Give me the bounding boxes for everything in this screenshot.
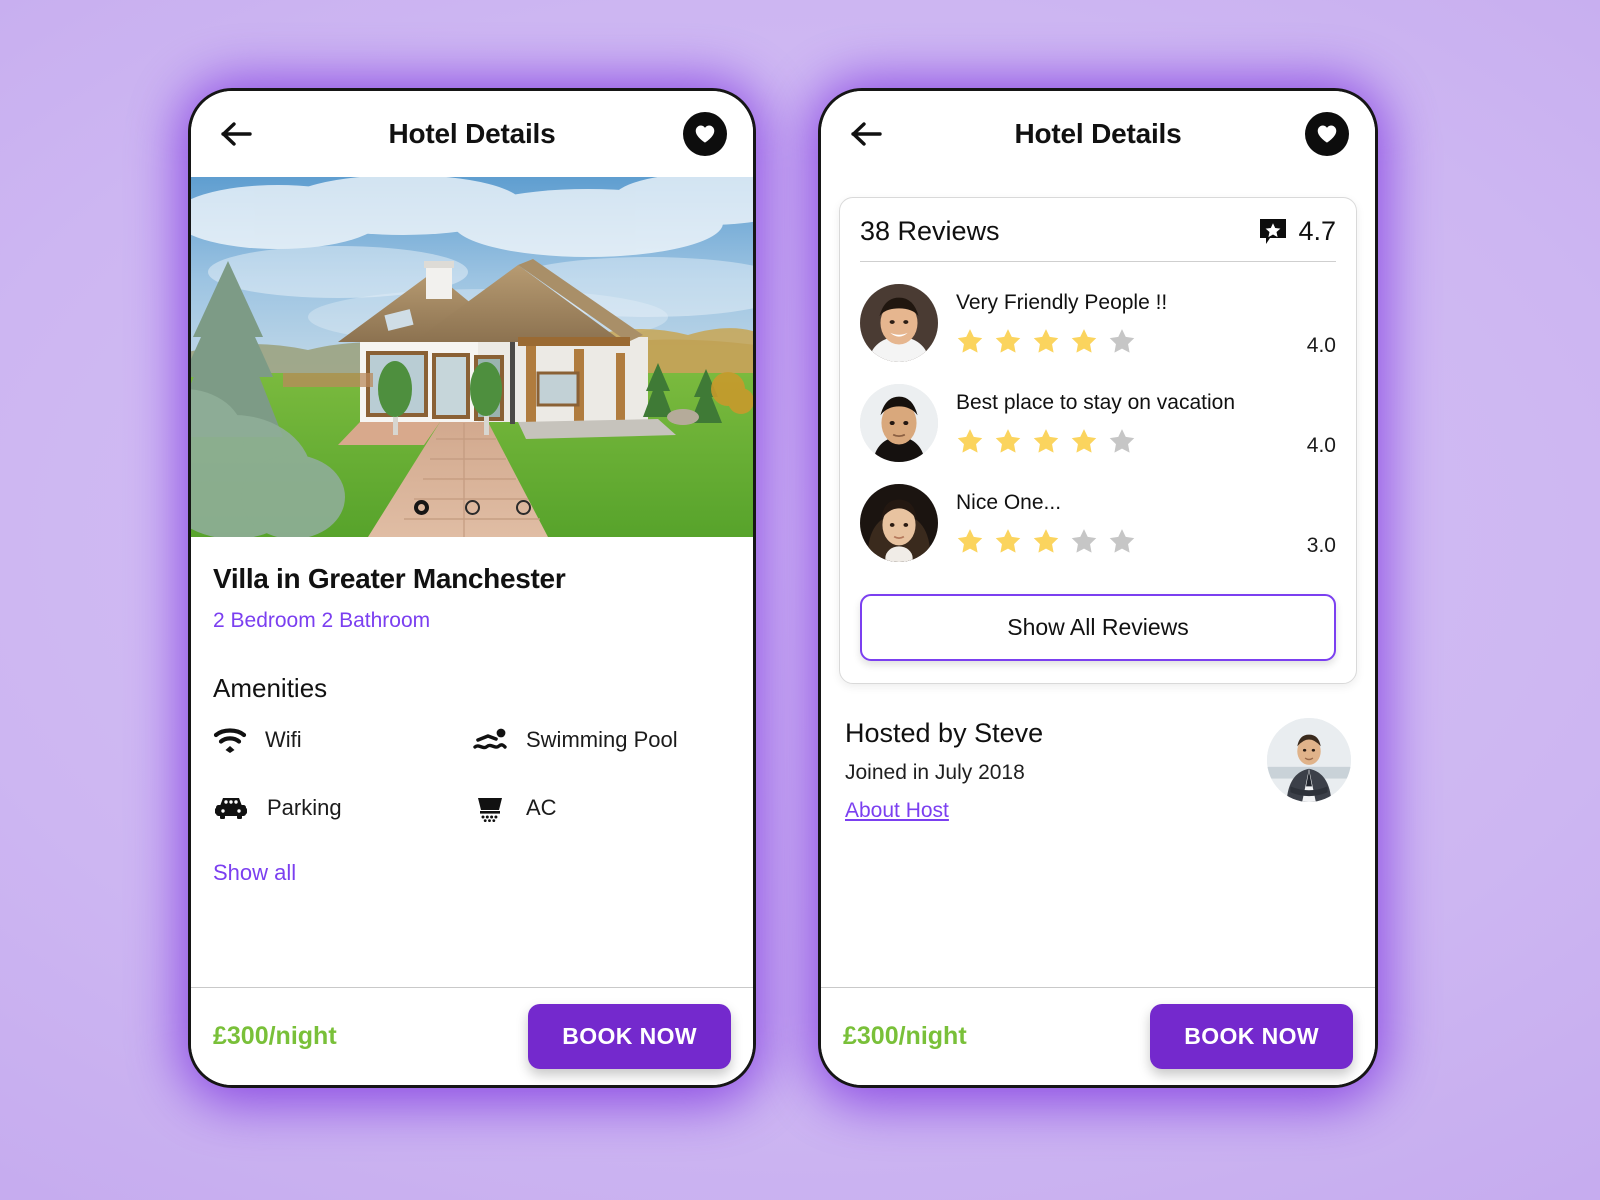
heart-icon (695, 125, 715, 143)
review-content: Very Friendly People !! (956, 291, 1289, 355)
show-all-reviews-button[interactable]: Show All Reviews (860, 594, 1336, 661)
review-item: Very Friendly People !! 4.0 (860, 262, 1336, 362)
star-icon (1071, 429, 1097, 453)
price-label-left: £300/night (213, 1022, 337, 1050)
star-icon (1033, 529, 1059, 553)
bottom-bar-right: £300/night BOOK NOW (821, 987, 1375, 1085)
star-icon-empty (1109, 429, 1135, 453)
reviews-count: 38 Reviews (860, 216, 1000, 246)
book-now-button-left[interactable]: BOOK NOW (528, 1004, 731, 1069)
star-icon-empty (1109, 329, 1135, 353)
host-name: Hosted by Steve (845, 718, 1044, 748)
amenity-parking: Parking (213, 794, 472, 822)
car-icon (215, 798, 247, 819)
book-now-button-right[interactable]: BOOK NOW (1150, 1004, 1353, 1069)
star-icon-empty (1071, 529, 1097, 553)
review-score: 4.0 (1306, 334, 1336, 357)
property-photo-carousel[interactable] (191, 177, 753, 537)
amenity-swimming-pool: Swimming Pool (472, 726, 731, 754)
star-bubble-icon (1260, 218, 1287, 244)
property-details-section: Villa in Greater Manchester 2 Bedroom 2 … (191, 537, 753, 987)
host-avatar (1267, 718, 1351, 802)
arrow-left-icon (851, 122, 882, 146)
review-text: Nice One... (956, 491, 1062, 514)
amenity-label: Swimming Pool (526, 727, 678, 752)
wifi-icon (213, 728, 247, 753)
review-stars (956, 427, 1289, 455)
amenity-wifi: Wifi (213, 726, 472, 754)
show-all-amenities-link[interactable]: Show all (213, 860, 731, 886)
price-label-right: £300/night (843, 1022, 967, 1050)
avatar-woman-long-hair-image (860, 484, 938, 562)
reviews-header: 38 Reviews 4.7 (860, 216, 1336, 262)
avatar-man-smiling-image (860, 284, 938, 362)
about-host-link[interactable]: About Host (845, 799, 949, 823)
review-content: Best place to stay on vacation (956, 391, 1289, 455)
carousel-dot-1[interactable] (413, 500, 429, 515)
left-spacer (213, 886, 731, 987)
review-content: Nice One... (956, 491, 1289, 555)
host-joined-date: Joined in July 2018 (845, 761, 1025, 784)
star-icon (995, 429, 1021, 453)
favorite-button-left[interactable] (683, 112, 727, 156)
carousel-dots (191, 500, 753, 515)
air-conditioner-icon (478, 798, 502, 822)
swimmer-icon (473, 728, 507, 750)
property-title: Villa in Greater Manchester (213, 563, 566, 594)
review-item: Nice One... 3.0 (860, 462, 1336, 562)
villa-exterior-image (191, 177, 753, 537)
star-icon (1071, 329, 1097, 353)
review-score: 3.0 (1306, 534, 1336, 557)
star-icon (1033, 329, 1059, 353)
amenity-label: AC (526, 795, 557, 820)
back-button-left[interactable] (217, 114, 257, 154)
appbar-right: Hotel Details (821, 91, 1375, 177)
heart-icon (1317, 125, 1337, 143)
host-section: Hosted by Steve Joined in July 2018 Abou… (839, 684, 1357, 823)
star-icon (957, 529, 983, 553)
favorite-button-right[interactable] (1305, 112, 1349, 156)
star-icon (957, 429, 983, 453)
amenity-label: Wifi (265, 727, 302, 752)
review-text: Very Friendly People !! (956, 291, 1168, 314)
carousel-dot-3[interactable] (515, 500, 531, 515)
review-stars (956, 327, 1289, 355)
phone-screen-right: Hotel Details 38 Reviews 4.7 Very Friend… (818, 88, 1378, 1088)
bottom-bar-left: £300/night BOOK NOW (191, 987, 753, 1085)
star-icon (957, 329, 983, 353)
overall-rating: 4.7 (1258, 216, 1336, 247)
review-stars (956, 527, 1289, 555)
star-icon (995, 529, 1021, 553)
phone-screen-left: Hotel Details Villa in Greater Mancheste… (188, 88, 756, 1088)
page-title-right: Hotel Details (1014, 118, 1182, 149)
amenity-label: Parking (267, 795, 342, 820)
star-icon-empty (1109, 529, 1135, 553)
amenities-heading: Amenities (213, 673, 328, 703)
review-item: Best place to stay on vacation 4.0 (860, 362, 1336, 462)
rating-value: 4.7 (1298, 216, 1336, 246)
avatar (860, 484, 938, 562)
reviews-section: 38 Reviews 4.7 Very Friendly People !! 4… (821, 177, 1375, 987)
avatar (860, 284, 938, 362)
appbar-left: Hotel Details (191, 91, 753, 177)
review-score: 4.0 (1306, 434, 1336, 457)
star-icon (1033, 429, 1059, 453)
host-info: Hosted by Steve Joined in July 2018 Abou… (845, 718, 1267, 823)
avatar-host-suit-image (1267, 718, 1351, 802)
reviews-card: 38 Reviews 4.7 Very Friendly People !! 4… (839, 197, 1357, 684)
amenity-ac: AC (472, 794, 731, 822)
page-title-left: Hotel Details (388, 118, 556, 149)
avatar (860, 384, 938, 462)
arrow-left-icon (221, 122, 252, 146)
star-icon (995, 329, 1021, 353)
back-button-right[interactable] (847, 114, 887, 154)
review-text: Best place to stay on vacation (956, 391, 1235, 414)
property-subtitle: 2 Bedroom 2 Bathroom (213, 609, 431, 632)
amenities-grid: Wifi Swimming Pool Parking AC (213, 726, 731, 822)
avatar-man-turtleneck-image (860, 384, 938, 462)
carousel-dot-2[interactable] (464, 500, 480, 515)
